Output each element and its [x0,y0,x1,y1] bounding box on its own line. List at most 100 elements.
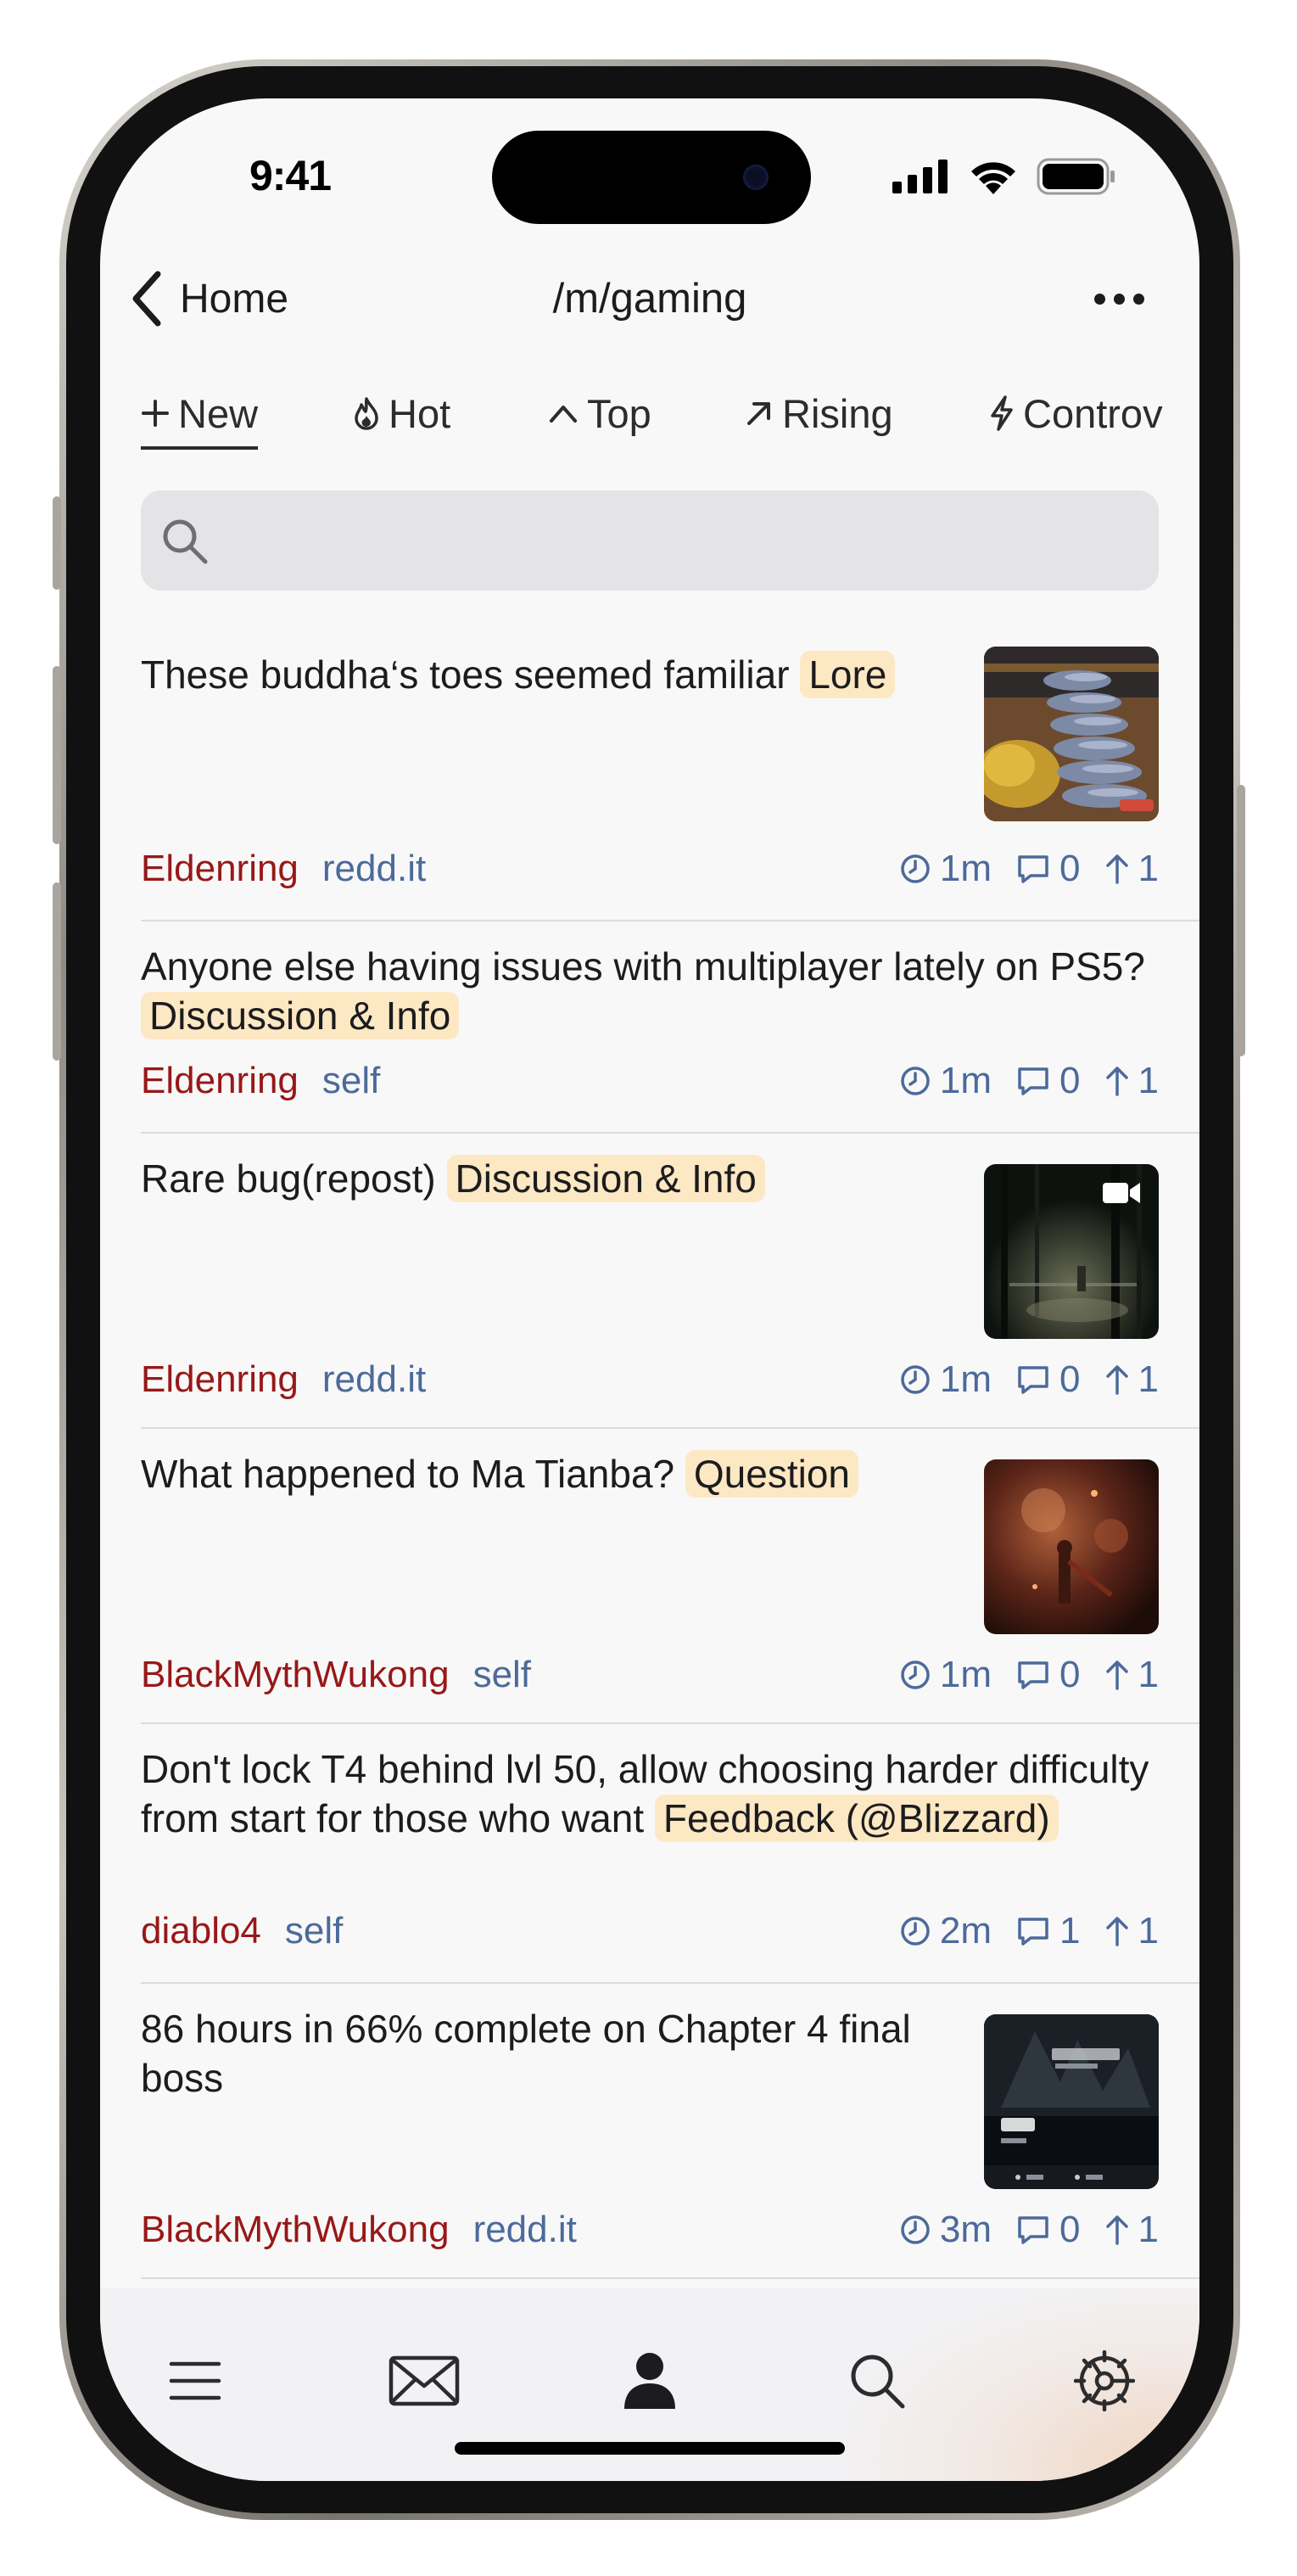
more-dot-icon [1113,293,1125,305]
age-value: 1m [939,848,992,889]
votes-value: 1 [1138,1654,1159,1695]
post-votes[interactable]: 1 [1104,1654,1159,1696]
post-votes[interactable]: 1 [1104,848,1159,890]
tab-label: Rising [782,390,893,436]
post-title[interactable]: Don't lock T4 behind lvl 50, allow choos… [141,1744,1159,1843]
post-comments[interactable]: 1 [1015,1910,1081,1952]
post-title-text: What happened to Ma Tianba? [141,1452,675,1496]
post-votes[interactable]: 1 [1104,1358,1159,1401]
age-value: 3m [939,2209,992,2250]
post-votes[interactable]: 1 [1104,1060,1159,1102]
post-item[interactable]: What happened to Ma Tianba? Question Bla… [141,1429,1199,1724]
post-flair: Discussion & Info [446,1155,765,1202]
community-link[interactable]: BlackMythWukong [141,1654,450,1696]
comment-icon [1018,1366,1048,1394]
arrow-up-right-icon [747,402,770,425]
post-comments[interactable]: 0 [1015,1654,1081,1696]
post-item[interactable]: Rare bug(repost) Discussion & Info Elden… [141,1134,1199,1429]
post-comments[interactable]: 0 [1015,848,1081,890]
post-title[interactable]: What happened to Ma Tianba? Question [141,1449,955,1498]
community-link[interactable]: diablo4 [141,1910,261,1952]
post-meta: Eldenring self 1m 0 1 [141,1056,1159,1106]
votes-value: 1 [1138,848,1159,889]
tab-hot[interactable]: Hot [353,375,450,451]
post-item[interactable]: 86 hours in 66% complete on Chapter 4 fi… [141,1984,1199,2279]
tab-controversial[interactable]: Controv [989,375,1163,451]
post-thumbnail[interactable] [984,647,1159,821]
post-thumbnail[interactable] [984,2014,1159,2189]
comment-icon [1018,1661,1048,1689]
status-icons [892,158,1116,195]
menu-icon [169,2361,221,2400]
votes-value: 1 [1138,1358,1159,1400]
post-title[interactable]: 86 hours in 66% complete on Chapter 4 fi… [141,2004,955,2103]
post-domain[interactable]: self [322,1060,380,1102]
volume-down-button [53,882,61,1061]
post-flair: Lore [800,651,896,698]
post-item[interactable]: Anyone else having issues with multiplay… [141,921,1199,1134]
community-link[interactable]: Eldenring [141,848,299,890]
post-meta: Eldenring redd.it 1m 0 1 [141,1354,1159,1405]
inbox-icon [389,2355,460,2406]
post-age: 1m [899,1358,992,1401]
tab-rising[interactable]: Rising [745,375,893,451]
comments-value: 0 [1059,848,1081,889]
volume-up-button [53,666,61,844]
post-comments[interactable]: 0 [1015,1060,1081,1102]
community-link[interactable]: Eldenring [141,1060,299,1102]
post-item[interactable]: Don't lock T4 behind lvl 50, allow choos… [141,1724,1199,1984]
profile-icon [624,2353,675,2409]
post-domain[interactable]: self [285,1910,343,1952]
comment-icon [1018,1918,1048,1946]
post-comments[interactable]: 0 [1015,2209,1081,2251]
tab-profile[interactable] [607,2338,692,2423]
post-title-text: Anyone else having issues with multiplay… [141,944,1145,988]
more-button[interactable] [1081,265,1157,333]
post-domain[interactable]: redd.it [473,2209,577,2251]
upvote-arrow-icon [1105,1365,1128,1395]
post-votes[interactable]: 1 [1104,1910,1159,1952]
upvote-arrow-icon [1105,2215,1128,2245]
chevron-left-icon [132,271,161,327]
tab-new[interactable]: New [141,375,259,451]
post-title-text: Rare bug(repost) [141,1156,436,1201]
post-comments[interactable]: 0 [1015,1358,1081,1401]
post-title[interactable]: Rare bug(repost) Discussion & Info [141,1154,955,1203]
flame-icon [355,397,378,430]
wukong-screen-image [984,2014,1159,2189]
tab-label: Top [587,390,651,436]
tab-inbox[interactable] [382,2338,467,2423]
post-title[interactable]: Anyone else having issues with multiplay… [141,942,1159,1040]
tab-settings[interactable] [1062,2338,1147,2423]
home-indicator[interactable] [455,2442,845,2455]
tab-top[interactable]: Top [548,375,651,451]
action-button [53,496,61,590]
bolt-icon [991,395,1013,431]
votes-value: 1 [1138,1060,1159,1101]
community-link[interactable]: Eldenring [141,1358,299,1401]
search-bar[interactable] [141,490,1159,591]
comments-value: 0 [1059,1060,1081,1101]
tab-menu[interactable] [153,2338,238,2423]
dynamic-island [492,131,811,224]
tab-search[interactable] [835,2338,920,2423]
settings-icon [1074,2350,1135,2411]
post-thumbnail[interactable] [984,1459,1159,1634]
post-item[interactable]: These buddha‘s toes seemed familiar Lore [141,641,1199,921]
post-domain[interactable]: redd.it [322,1358,426,1401]
age-value: 1m [939,1060,992,1101]
community-link[interactable]: BlackMythWukong [141,2209,450,2251]
back-button[interactable]: Home [131,265,288,333]
votes-value: 1 [1138,1910,1159,1952]
power-button [1237,785,1245,1056]
post-votes[interactable]: 1 [1104,2209,1159,2251]
search-input[interactable] [226,490,1142,591]
wifi-icon [971,162,1015,194]
post-title[interactable]: These buddha‘s toes seemed familiar Lore [141,650,955,699]
post-domain[interactable]: self [473,1654,531,1696]
post-meta: BlackMythWukong redd.it 3m 0 1 [141,2204,1159,2255]
fiery-scene-image [984,1459,1159,1634]
post-thumbnail[interactable] [984,1164,1159,1339]
post-domain[interactable]: redd.it [322,848,426,890]
post-flair: Discussion & Info [141,992,460,1039]
